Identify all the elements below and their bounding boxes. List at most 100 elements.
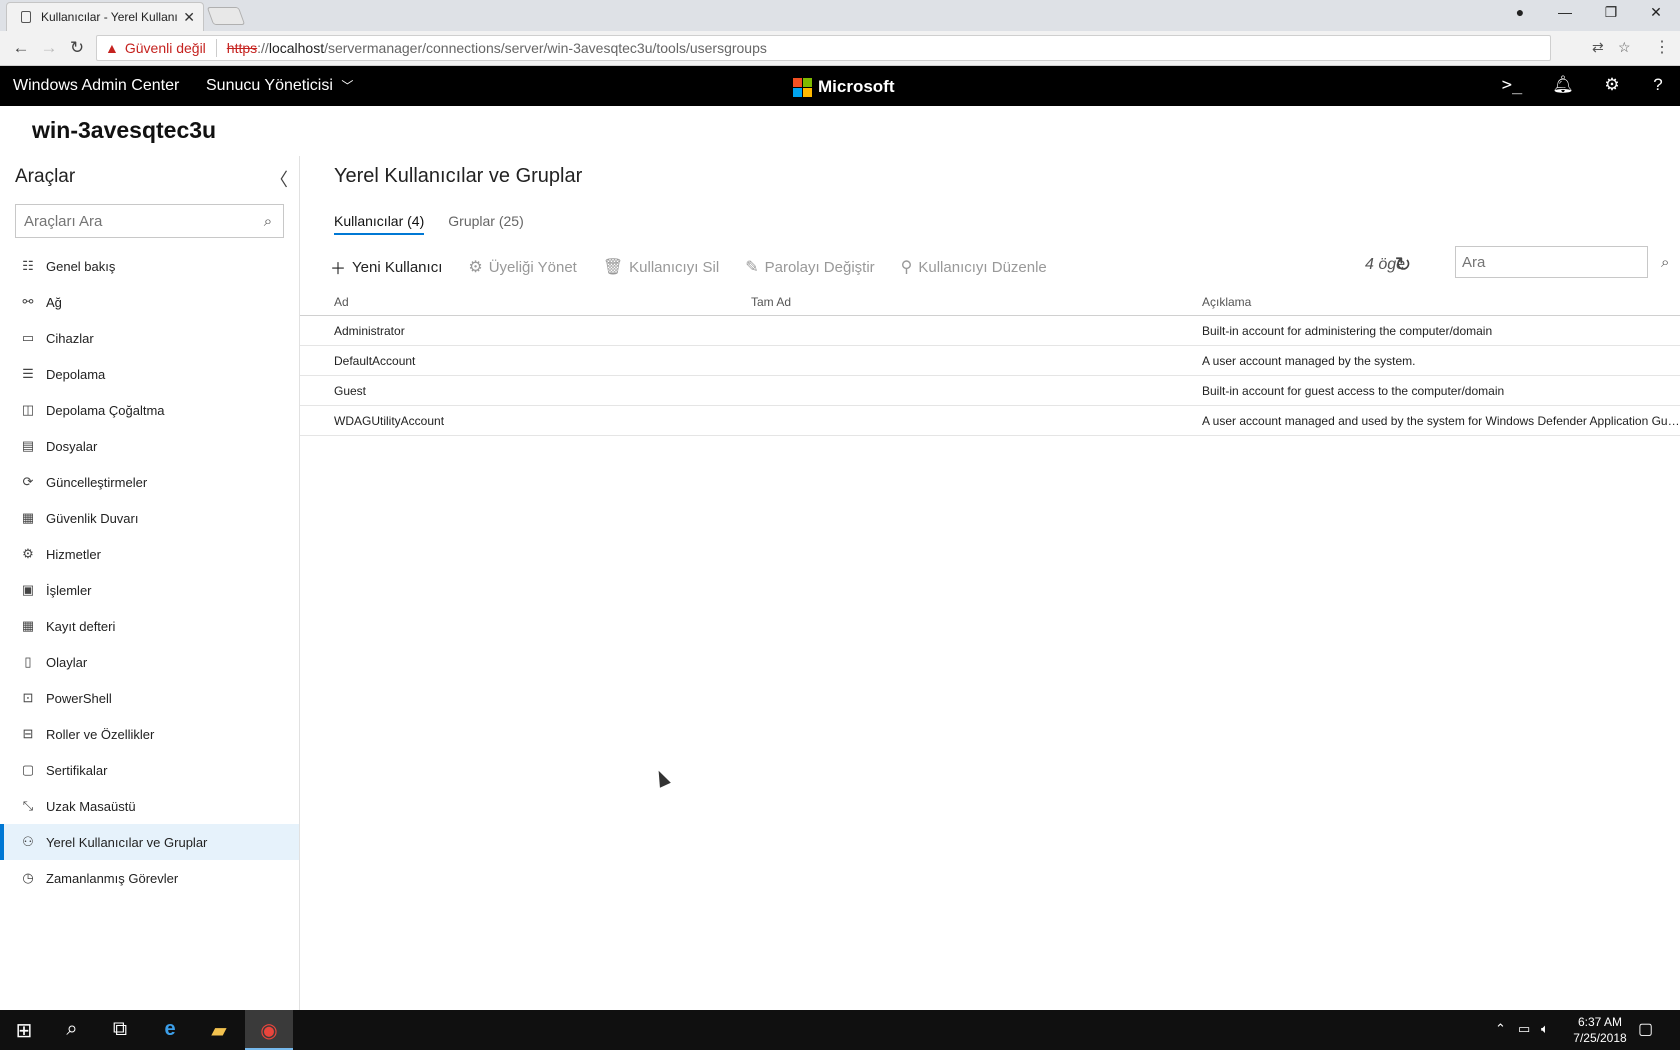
sidebar-item-events[interactable]: ▯ Olaylar [0, 644, 299, 680]
microsoft-brand: Microsoft [793, 77, 895, 97]
sidebar-item-storage[interactable]: ☰ Depolama [0, 356, 299, 392]
edit-user-label: Kullanıcıyı Düzenle [918, 258, 1047, 276]
sidebar-item-powershell[interactable]: ⊡ PowerShell [0, 680, 299, 716]
reload-icon[interactable]: ↻ [66, 38, 88, 58]
certificates-icon: ▢ [21, 762, 35, 777]
sidebar-item-overview[interactable]: ☷ Genel bakış [0, 248, 299, 284]
sidebar-item-label: Zamanlanmış Görevler [46, 870, 179, 886]
system-clock[interactable]: 6:37 AM 7/25/2018 [1560, 1014, 1640, 1046]
notifications-bell-icon[interactable]: 🔔︎ [1551, 75, 1575, 95]
windows-start-icon[interactable]: ⊞ [12, 1018, 36, 1043]
sidebar-item-label: Genel bakış [46, 258, 116, 274]
settings-gear-icon[interactable]: ⚙ [1600, 75, 1624, 95]
sidebar-item-remote-desktop[interactable]: ⤡ Uzak Masaüstü [0, 788, 299, 824]
close-window-icon[interactable]: ✕ [1636, 4, 1676, 21]
tab-groups[interactable]: Gruplar (25) [448, 213, 523, 235]
search-icon[interactable]: ⌕ [253, 213, 283, 230]
sidebar-item-certificates[interactable]: ▢ Sertifikalar [0, 752, 299, 788]
browser-tab[interactable]: Kullanıcılar - Yerel Kullanıcılar ve Gru… [6, 2, 204, 31]
powershell-console-icon[interactable]: >_ [1500, 75, 1524, 95]
sidebar-item-updates[interactable]: ⟳ Güncelleştirmeler [0, 464, 299, 500]
insecure-label[interactable]: Güvenli değil [125, 40, 206, 56]
forward-icon[interactable]: → [38, 38, 60, 58]
back-icon[interactable]: ← [10, 38, 32, 58]
table-row[interactable]: Administrator Built-in account for admin… [300, 316, 1680, 346]
server-name: win-3avesqtec3u [32, 117, 217, 143]
updates-icon: ⟳ [22, 474, 34, 489]
new-tab-button[interactable] [206, 7, 246, 25]
url-path: /servermanager/connections/server/win-3a… [324, 40, 767, 56]
sidebar-item-label: Roller ve Özellikler [46, 726, 155, 742]
tray-overflow-icon[interactable]: ⌃ [1495, 1021, 1506, 1037]
firewall-icon: ▦ [21, 510, 35, 525]
sidebar-item-files[interactable]: ▤ Dosyalar [0, 428, 299, 464]
devices-icon: ▭ [21, 330, 35, 345]
gear-icon: ⚙ [468, 259, 483, 276]
edit-user-button[interactable]: ⚲ Kullanıcıyı Düzenle [901, 257, 1047, 277]
processes-icon: ▣ [21, 582, 35, 597]
page-title: Yerel Kullanıcılar ve Gruplar [334, 165, 583, 187]
action-center-icon[interactable]: ▢ [1638, 1019, 1653, 1039]
refresh-icon[interactable]: ↻ [1391, 252, 1415, 277]
browser-tab-title: Kullanıcılar - Yerel Kullanıcılar ve Gru… [41, 10, 178, 24]
context-label: Sunucu Yöneticisi [206, 77, 333, 94]
sidebar-item-local-users[interactable]: ⚇ Yerel Kullanıcılar ve Gruplar [0, 824, 299, 860]
translate-icon[interactable]: ⇄ [1592, 39, 1604, 56]
logo-square-blue [793, 87, 802, 97]
sidebar-item-label: Depolama Çoğaltma [46, 402, 165, 418]
sidebar-item-network[interactable]: ⚯ Ağ [0, 284, 299, 320]
services-icon: ⚙ [22, 546, 34, 561]
chrome-icon: ◉ [260, 1020, 278, 1042]
pencil-icon: ✎ [745, 259, 759, 276]
chrome-taskbar-button[interactable]: ◉ [245, 1010, 293, 1050]
context-switcher[interactable]: Sunucu Yöneticisi ﹀ [206, 77, 353, 95]
table-row[interactable]: DefaultAccount A user account managed by… [300, 346, 1680, 376]
new-user-button[interactable]: ＋ Yeni Kullanıcı [330, 255, 442, 279]
column-header-name[interactable]: Ad [300, 295, 751, 309]
close-tab-icon[interactable]: ✕ [183, 9, 195, 26]
volume-muted-icon[interactable]: 🔈︎ [1541, 1021, 1549, 1037]
sidebar-item-processes[interactable]: ▣ İşlemler [0, 572, 299, 608]
sidebar-item-firewall[interactable]: ▦ Güvenlik Duvarı [0, 500, 299, 536]
profile-icon[interactable]: ● [1500, 4, 1540, 20]
sidebar-item-registry[interactable]: ▦ Kayıt defteri [0, 608, 299, 644]
sidebar-item-scheduled-tasks[interactable]: ◷ Zamanlanmış Görevler [0, 860, 299, 896]
sidebar-item-label: Güncelleştirmeler [46, 474, 148, 490]
manage-membership-button[interactable]: ⚙ Üyeliği Yönet [468, 257, 576, 277]
minimize-icon[interactable]: — [1545, 4, 1585, 20]
tool-search-input[interactable] [24, 212, 253, 230]
file-explorer-icon[interactable]: ▰ [207, 1018, 231, 1043]
url-input[interactable]: ▲ Güvenli değil https://localhost/server… [96, 35, 1551, 61]
help-icon[interactable]: ? [1646, 75, 1670, 95]
trash-icon: 🗑︎ [602, 259, 624, 276]
table-row[interactable]: WDAGUtilityAccount A user account manage… [300, 406, 1680, 436]
sidebar-item-roles[interactable]: ⊟ Roller ve Özellikler [0, 716, 299, 752]
change-password-button[interactable]: ✎ Parolayı Değiştir [745, 257, 874, 277]
sidebar-item-label: İşlemler [46, 582, 92, 598]
chrome-menu-icon[interactable]: ⋮ [1654, 37, 1670, 57]
collapse-sidebar-icon[interactable]: 〈 [270, 166, 288, 192]
bookmark-star-icon[interactable]: ☆ [1618, 39, 1631, 56]
search-icon[interactable]: ⌕ [1661, 254, 1669, 271]
tool-list: ☷ Genel bakış ⚯ Ağ ▭ Cihazlar ☰ Depolama ◫ De… [0, 248, 299, 896]
chevron-down-icon: ﹀ [341, 79, 354, 93]
sidebar-item-devices[interactable]: ▭ Cihazlar [0, 320, 299, 356]
column-header-description[interactable]: Açıklama [1202, 295, 1680, 309]
search-icon[interactable]: ⌕ [60, 1018, 84, 1041]
column-header-full-name[interactable]: Tam Ad [751, 295, 1202, 309]
task-view-icon[interactable]: ⧉ [108, 1018, 132, 1041]
logo-square-yellow [803, 87, 812, 97]
delete-user-button[interactable]: 🗑︎ Kullanıcıyı Sil [603, 257, 719, 277]
tab-users[interactable]: Kullanıcılar (4) [334, 213, 425, 235]
grid-search-input[interactable] [1462, 253, 1661, 271]
restore-icon[interactable]: ❐ [1591, 4, 1631, 21]
app-name[interactable]: Windows Admin Center [13, 77, 179, 95]
sidebar-item-storage-replica[interactable]: ◫ Depolama Çoğaltma [0, 392, 299, 428]
network-tray-icon[interactable]: ▭ [1518, 1021, 1530, 1037]
internet-explorer-icon[interactable]: e [158, 1018, 182, 1041]
remote-desktop-icon: ⤡ [22, 798, 34, 813]
table-row[interactable]: Guest Built-in account for guest access … [300, 376, 1680, 406]
sidebar-item-label: Depolama [46, 366, 106, 382]
sidebar-item-services[interactable]: ⚙ Hizmetler [0, 536, 299, 572]
cell-description: A user account managed and used by the s… [1202, 413, 1680, 428]
